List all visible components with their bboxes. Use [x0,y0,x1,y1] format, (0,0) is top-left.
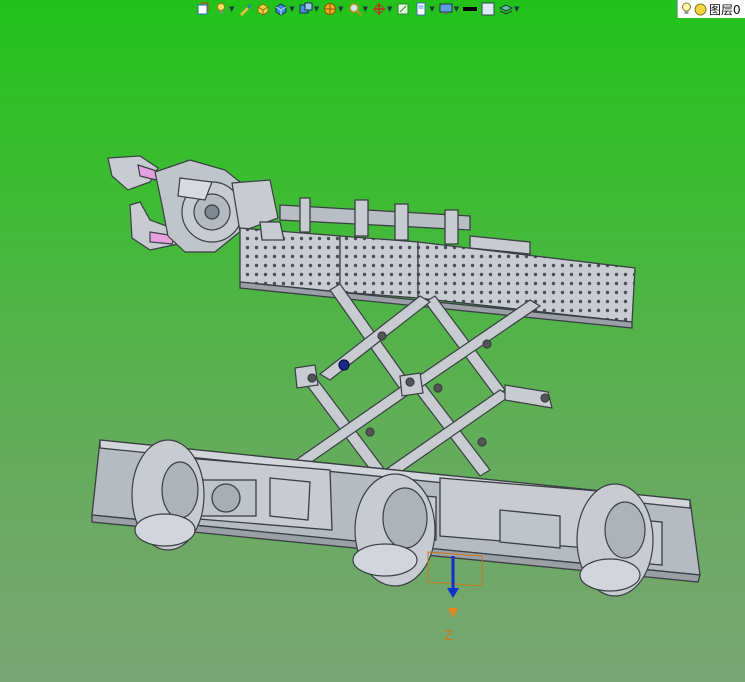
wheel-front-left [131,439,205,551]
cad-viewport[interactable]: Z [0,0,745,682]
z-axis-label: Z [444,629,453,644]
coordinate-triad: Z [427,551,483,644]
scissor-lift [288,283,553,477]
wheel-front-right [576,483,654,597]
